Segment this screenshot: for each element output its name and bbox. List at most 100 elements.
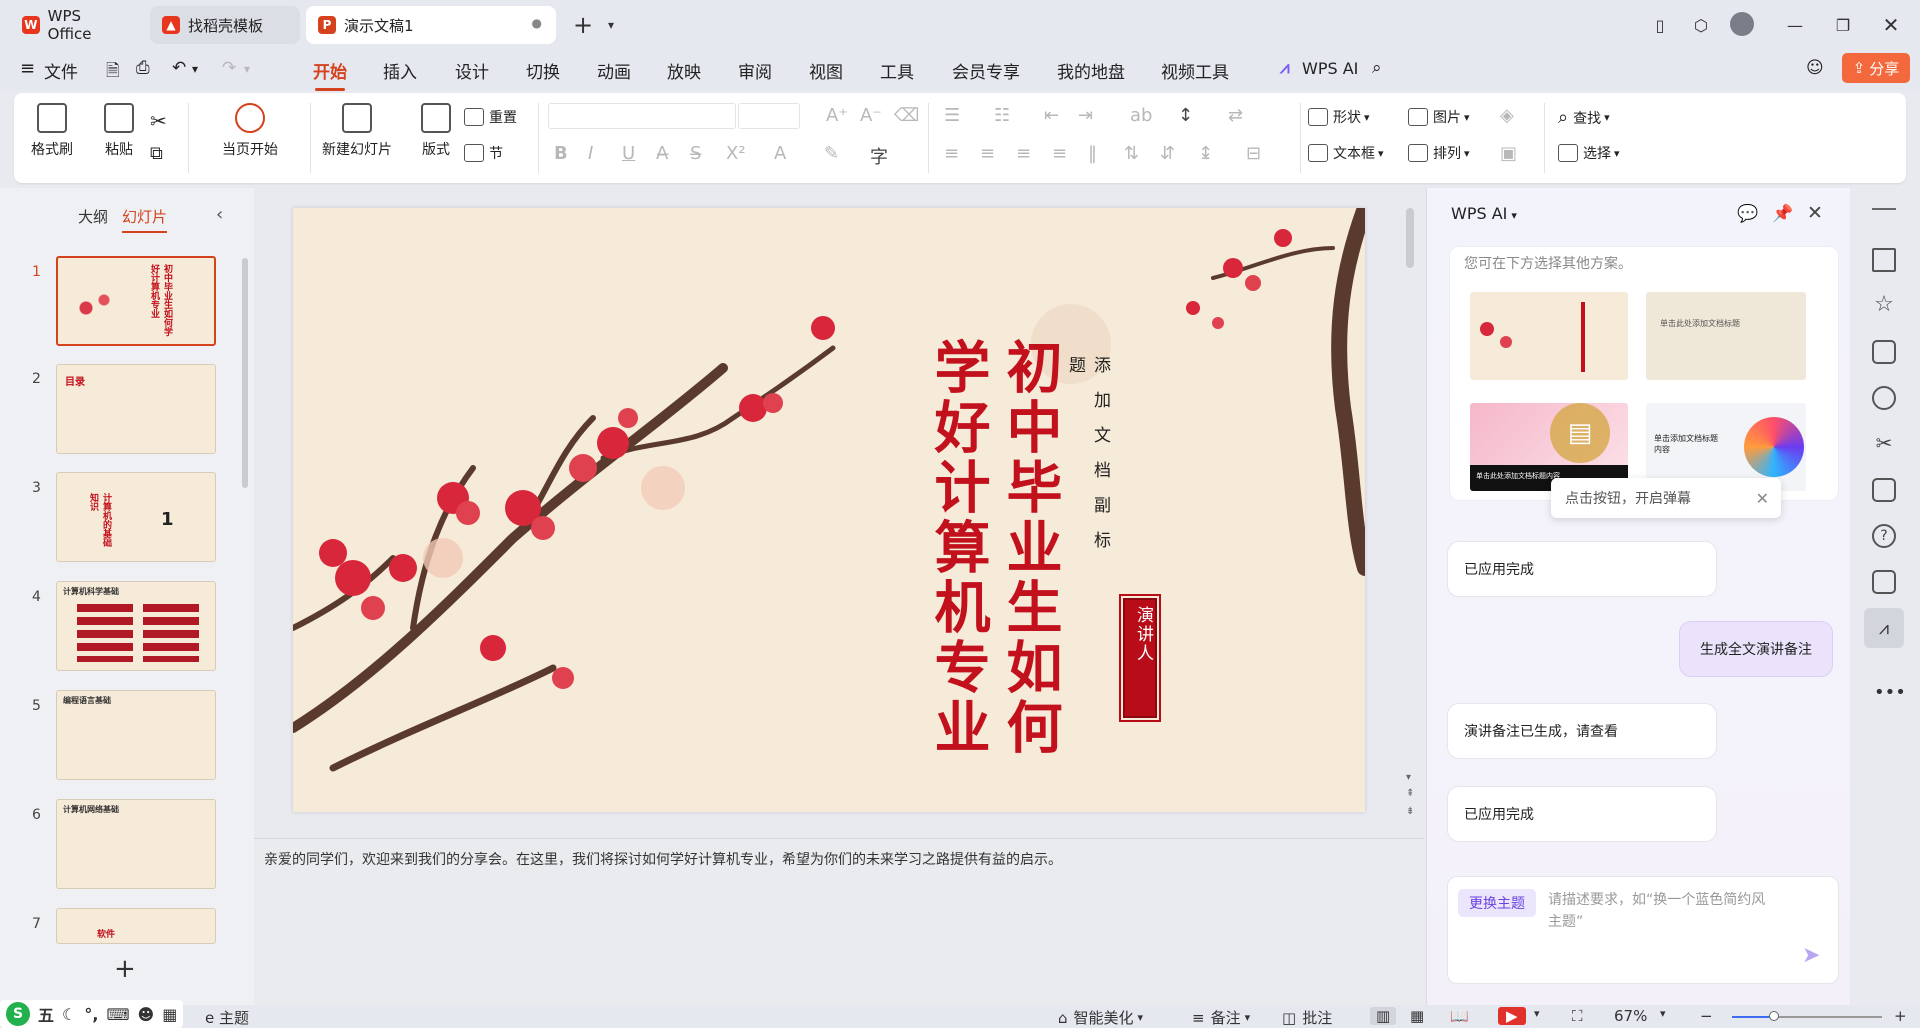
avatar[interactable] (1730, 12, 1754, 36)
bold-icon[interactable]: B (554, 143, 568, 164)
menu-review[interactable]: 审阅 (738, 58, 772, 83)
underline-icon[interactable]: U (622, 143, 635, 164)
fill-icon[interactable]: ◈ (1500, 105, 1514, 126)
find-button[interactable]: ⌕ 查找 ▾ (1558, 107, 1610, 128)
zoom-in-icon[interactable]: + (1894, 1007, 1907, 1025)
zoom-dropdown-icon[interactable]: ▾ (1660, 1007, 1666, 1020)
paste-button[interactable]: 粘贴 (94, 103, 144, 159)
chevron-down-icon[interactable]: ▾ (598, 12, 624, 38)
ai-input-placeholder[interactable]: 请描述要求，如“换一个蓝色简约风主题” (1548, 889, 1778, 933)
superscript-icon[interactable]: X² (726, 143, 746, 164)
play-from-current-button[interactable]: 当页开始 (200, 103, 300, 159)
minimize-icon[interactable]: — (1782, 12, 1808, 38)
slide-thumb-1[interactable]: 初中毕业生如何学好计算机专业 (56, 256, 216, 346)
spacing-before-icon[interactable]: ⇅ (1124, 143, 1139, 164)
justify-icon[interactable]: ≡ (1052, 143, 1067, 164)
outdent-icon[interactable]: ⇤ (1044, 105, 1059, 126)
theme-option-2[interactable]: 单击此处添加文档标题 (1646, 292, 1806, 380)
speaker-notes[interactable]: 亲爱的同学们，欢迎来到我们的分享会。在这里，我们将探讨如何学好计算机专业，希望为… (254, 838, 1424, 1008)
chat-icon[interactable]: ☺ (1806, 58, 1824, 78)
menu-tools[interactable]: 工具 (880, 58, 914, 83)
arrange-button[interactable]: 排列 ▾ (1408, 143, 1470, 163)
menu-transition[interactable]: 切换 (526, 58, 560, 83)
align-center-icon[interactable]: ≡ (980, 143, 995, 164)
smart-beautify-button[interactable]: ⌂ 智能美化 ▾ (1058, 1007, 1143, 1028)
phonetic-icon[interactable]: 字 (870, 143, 888, 169)
shape-button[interactable]: 形状 ▾ (1308, 107, 1370, 127)
ai-panel-title[interactable]: WPS AI ▾ (1451, 204, 1517, 223)
ai-input-box[interactable]: 更换主题 请描述要求，如“换一个蓝色简约风主题” ➤ (1447, 876, 1839, 984)
format-painter-button[interactable]: 格式刷 (30, 103, 74, 159)
slide-thumb-6[interactable]: 计算机网络基础 (56, 799, 216, 889)
italic-icon[interactable]: I (588, 143, 593, 164)
zoom-level[interactable]: 67% (1614, 1007, 1647, 1025)
tab-slides[interactable]: 幻灯片 (122, 206, 168, 233)
comments-button[interactable]: ◫ 批注 (1282, 1007, 1332, 1028)
cube-icon[interactable]: ⬡ (1688, 12, 1714, 38)
menu-member[interactable]: 会员专享 (952, 58, 1020, 83)
close-icon[interactable]: ✕ (1807, 202, 1823, 224)
slide-thumb-5[interactable]: 编程语言基础 (56, 690, 216, 780)
menu-design[interactable]: 设计 (455, 58, 489, 83)
decrease-font-icon[interactable]: A⁻ (860, 105, 882, 126)
textbox-button[interactable]: 文本框 ▾ (1308, 143, 1384, 163)
slide-canvas[interactable]: 初中毕业生如何 学好计算机专业 添加文档副标题 演讲人 (293, 208, 1365, 812)
prev-slide-icon[interactable]: ⇞ (1406, 788, 1414, 799)
text-direction-icon[interactable]: ab (1130, 105, 1152, 126)
fit-window-icon[interactable]: ⛶ (1572, 1007, 1583, 1025)
vertical-scrollbar[interactable] (1406, 208, 1414, 268)
more-icon[interactable]: ••• (1874, 682, 1906, 703)
minimize-panel-icon[interactable] (1872, 208, 1896, 210)
close-icon[interactable]: ✕ (1878, 12, 1904, 38)
play-slideshow-button[interactable]: ▶ (1498, 1007, 1526, 1025)
slide-title-line1[interactable]: 初中毕业生如何 (997, 338, 1063, 778)
sorter-view-icon[interactable]: ▦ (1410, 1007, 1424, 1025)
strikethrough-icon[interactable]: S̶ (690, 143, 701, 164)
highlight-icon[interactable]: ✎ (824, 143, 839, 164)
bullets-icon[interactable]: ☰ (944, 105, 960, 126)
indent-icon[interactable]: ⇥ (1078, 105, 1093, 126)
new-slide-button[interactable]: 新建幻灯片 (302, 103, 412, 159)
settings-sliders-icon[interactable] (1872, 248, 1896, 272)
section-button[interactable]: 节 (464, 143, 503, 163)
add-slide-button[interactable]: + (114, 954, 136, 984)
collapse-icon[interactable]: ‹ (216, 204, 223, 225)
line-height-icon[interactable]: ↨ (1198, 143, 1213, 164)
font-color-icon[interactable]: A (774, 143, 786, 164)
cut-icon[interactable]: ✂ (150, 109, 167, 133)
scrollbar[interactable] (242, 258, 248, 488)
clear-format-icon[interactable]: ⌫ (894, 105, 919, 126)
star-icon[interactable]: ☆ (1872, 294, 1896, 318)
font-size-select[interactable] (738, 103, 800, 129)
font-family-select[interactable] (548, 103, 736, 129)
redo-dropdown-icon[interactable]: ▾ (244, 62, 250, 76)
zoom-slider-handle[interactable] (1769, 1011, 1779, 1021)
tab-docer[interactable]: ▲ 找稻壳模板 (150, 6, 300, 44)
plugin-icon[interactable] (1872, 570, 1896, 594)
menu-my-space[interactable]: 我的地盘 (1057, 58, 1125, 83)
menu-home[interactable]: 开始 (313, 58, 347, 91)
layout-icon[interactable]: ▯ (1647, 12, 1673, 38)
text-box-align-icon[interactable]: ⊟ (1246, 143, 1261, 164)
tools-icon[interactable]: ✂ (1872, 432, 1896, 456)
layout-button[interactable]: 版式 (408, 103, 464, 159)
select-button[interactable]: 选择 ▾ (1558, 143, 1620, 163)
restore-icon[interactable]: ❐ (1830, 12, 1856, 38)
redo-icon[interactable]: ↷ (222, 58, 236, 78)
notes-text[interactable]: 亲爱的同学们，欢迎来到我们的分享会。在这里，我们将探讨如何学好计算机专业，希望为… (264, 849, 1062, 869)
feedback-icon[interactable]: 💬 (1737, 204, 1758, 224)
numbering-icon[interactable]: ☷ (994, 105, 1010, 126)
tab-outline[interactable]: 大纲 (78, 206, 108, 227)
line-spacing-icon[interactable]: ↕ (1178, 105, 1193, 126)
notes-toggle-button[interactable]: ≡ 备注 ▾ (1192, 1007, 1250, 1028)
slide-thumb-7[interactable]: 软件 (56, 908, 216, 944)
animation-icon[interactable] (1872, 386, 1896, 410)
convert-icon[interactable]: ⇄ (1228, 105, 1243, 126)
tab-wps-office[interactable]: W WPS Office (10, 6, 140, 44)
close-tooltip-icon[interactable]: ✕ (1756, 489, 1769, 508)
zoom-out-icon[interactable]: − (1700, 1007, 1713, 1025)
speaker-seal[interactable]: 演讲人 (1119, 594, 1161, 722)
pin-icon[interactable]: 📌 (1772, 204, 1793, 224)
send-icon[interactable]: ➤ (1802, 943, 1820, 968)
strike-icon[interactable]: A̶ (656, 143, 668, 164)
